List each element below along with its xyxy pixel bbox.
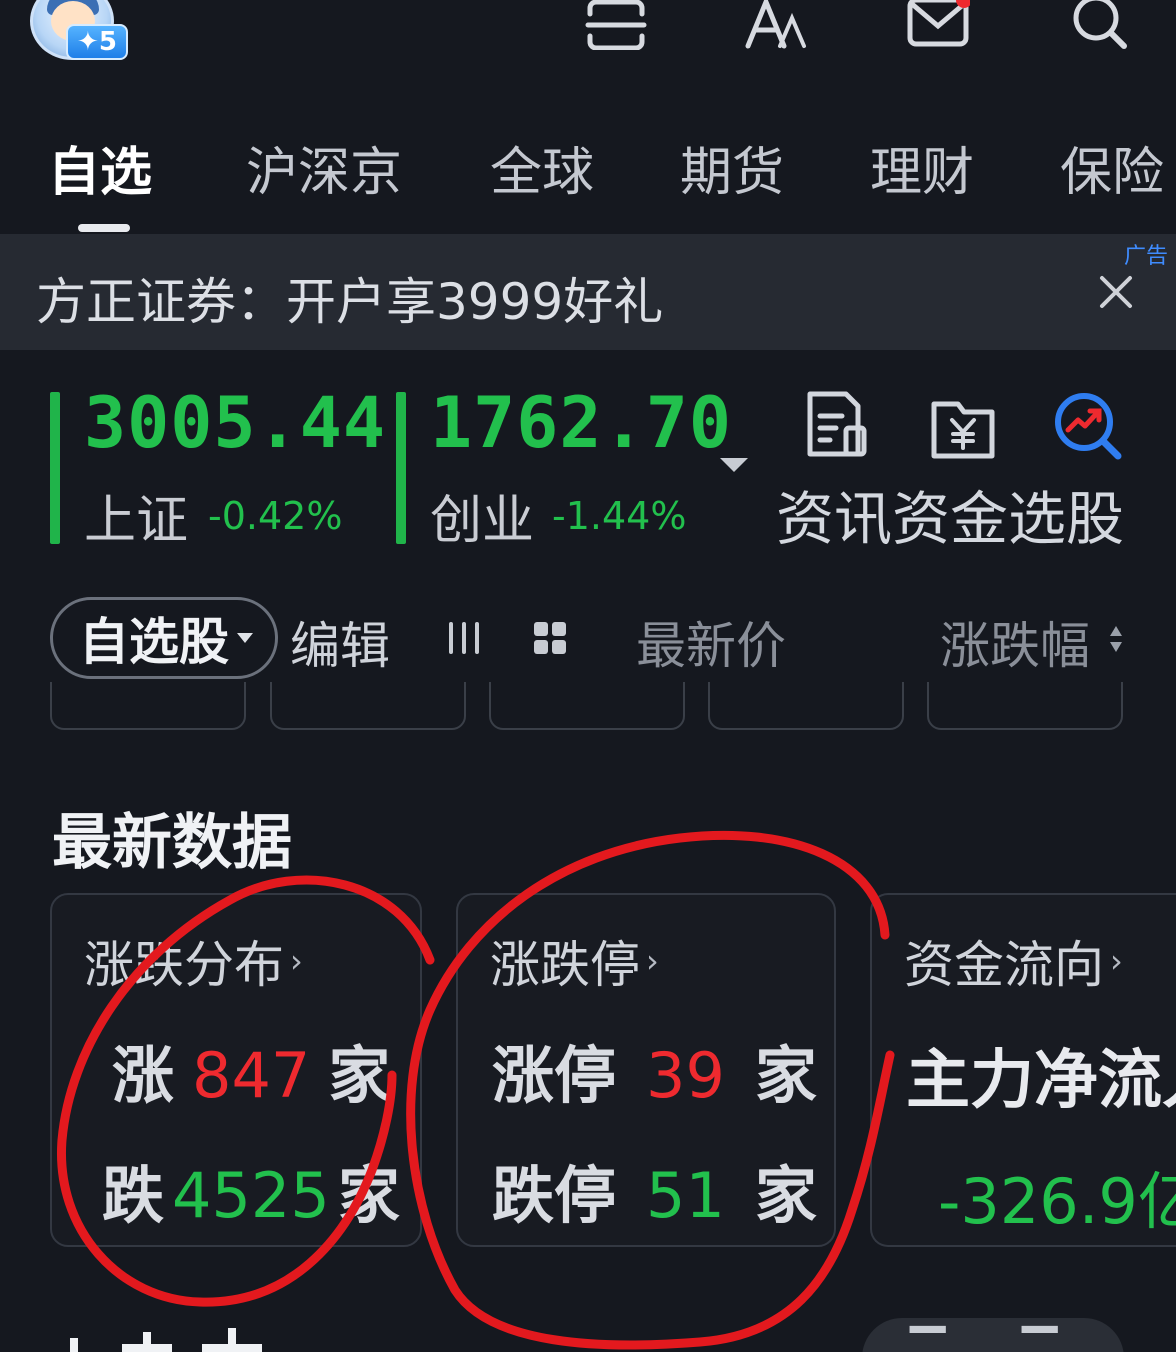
watchlist-group-selector[interactable]: 自选股 (50, 597, 278, 679)
limit-down-label: 跌停 (492, 1159, 617, 1232)
edit-button[interactable]: 编辑 (290, 606, 390, 678)
market-tabs: 自选 沪深京 全球 期货 理财 保险 (0, 130, 1176, 220)
switch-button[interactable]: ▔ ▔ (862, 1318, 1124, 1352)
limit-up-row: 涨停 39 家 (492, 1025, 817, 1115)
chevron-right-icon: › (646, 942, 659, 980)
news-icon (807, 391, 867, 457)
card-title-text: 资金流向 (904, 936, 1104, 994)
index-value: 1762.70 (430, 382, 733, 464)
quick-action-labels: 资讯资金选股 (776, 485, 1125, 553)
level-badge: ✦5 (66, 24, 128, 60)
watchlist-group-label: 自选股 (79, 613, 229, 671)
card-title-text: 涨跌分布 (84, 936, 284, 994)
tab-watchlist[interactable]: 自选 (48, 130, 152, 205)
rise-label: 涨 (112, 1039, 175, 1112)
tab-futures[interactable]: 期货 (680, 130, 784, 205)
card-title: 涨跌停 › (490, 925, 659, 997)
category-chip[interactable] (50, 682, 246, 730)
fund-icon (931, 401, 995, 459)
close-icon[interactable] (1096, 272, 1136, 312)
limit-up-count: 39 (646, 1039, 725, 1112)
scan-icon[interactable] (584, 0, 648, 51)
stock-picker-icon (1055, 393, 1122, 460)
column-latest-price[interactable]: 最新价 (636, 606, 786, 678)
search-icon[interactable] (1068, 0, 1132, 50)
fall-unit: 家 (337, 1159, 400, 1232)
card-rise-fall-distribution[interactable]: 涨跌分布 › 涨 847 家 跌 4525 家 (50, 893, 422, 1247)
ad-banner[interactable]: 方正证券：开户享3999好礼 广告 (0, 234, 1176, 350)
ad-tag: 广告 (1123, 244, 1168, 269)
tab-insurance[interactable]: 保险 (1060, 130, 1164, 205)
sort-icon[interactable] (1108, 622, 1124, 656)
column-change-percent[interactable]: 涨跌幅 (940, 606, 1090, 678)
category-chip[interactable] (927, 682, 1123, 730)
index-value: 3005.44 (84, 382, 387, 464)
tab-global[interactable]: 全球 (490, 130, 594, 205)
chevron-right-icon: › (1110, 942, 1123, 980)
chevron-right-icon: › (290, 942, 303, 980)
category-chips (0, 682, 1176, 732)
fall-count: 4525 (172, 1159, 330, 1232)
index-bar (396, 392, 406, 544)
index-name: 创业 (430, 491, 535, 551)
limit-up-unit: 家 (754, 1039, 817, 1112)
card-title: 涨跌分布 › (84, 925, 303, 997)
fall-count-row: 跌 4525 家 (102, 1145, 400, 1235)
switch-glyph: ▔ (1022, 1326, 1057, 1352)
index-change: -1.44% (552, 494, 687, 538)
mail-icon[interactable] (906, 0, 972, 50)
font-size-icon[interactable] (744, 0, 808, 50)
category-chip[interactable] (708, 682, 904, 730)
index-chinext[interactable]: 1762.70 创业 -1.44% (396, 382, 731, 551)
limit-up-label: 涨停 (492, 1039, 617, 1112)
limit-down-row: 跌停 51 家 (492, 1145, 817, 1235)
rise-count: 847 (192, 1039, 311, 1112)
rise-count-row: 涨 847 家 (112, 1025, 390, 1115)
section-title-latest-data: 最新数据 (52, 808, 292, 878)
card-capital-flow[interactable]: 资金流向› 主力净流入 -326.9亿 (870, 893, 1176, 1247)
active-tab-indicator (78, 224, 130, 232)
limit-down-unit: 家 (754, 1159, 817, 1232)
limit-down-count: 51 (646, 1159, 725, 1232)
index-shanghai[interactable]: 3005.44 上证 -0.42% (50, 382, 385, 551)
index-change: -0.42% (208, 494, 343, 538)
category-chip[interactable] (270, 682, 466, 730)
index-dropdown-icon[interactable] (720, 458, 748, 472)
category-chip[interactable] (489, 682, 685, 730)
card-limit-up-down[interactable]: 涨跌停 › 涨停 39 家 跌停 51 家 (456, 893, 836, 1247)
chevron-down-icon (237, 633, 253, 643)
top-bar: ✦5 (0, 0, 1176, 90)
card-title: 资金流向 › (904, 925, 1123, 997)
tab-wealth[interactable]: 理财 (870, 130, 974, 205)
switch-glyph: ▔ (910, 1326, 945, 1352)
clipped-heading-glyphs (70, 1328, 262, 1352)
list-view-icon[interactable] (446, 620, 482, 656)
rise-unit: 家 (328, 1039, 391, 1112)
grid-view-icon[interactable] (532, 620, 568, 656)
tab-shanghai-shenzhen-beijing[interactable]: 沪深京 (246, 130, 402, 205)
card-title-text: 涨跌停 (490, 936, 640, 994)
main-net-inflow-label: 主力净流入 (906, 1044, 1176, 1118)
ad-text: 方正证券：开户享3999好礼 (36, 273, 664, 331)
index-bar (50, 392, 60, 544)
index-name: 上证 (84, 491, 189, 551)
next-section-title (52, 1318, 272, 1352)
main-net-inflow-value: -326.9亿 (938, 1165, 1176, 1238)
fall-label: 跌 (102, 1159, 165, 1232)
